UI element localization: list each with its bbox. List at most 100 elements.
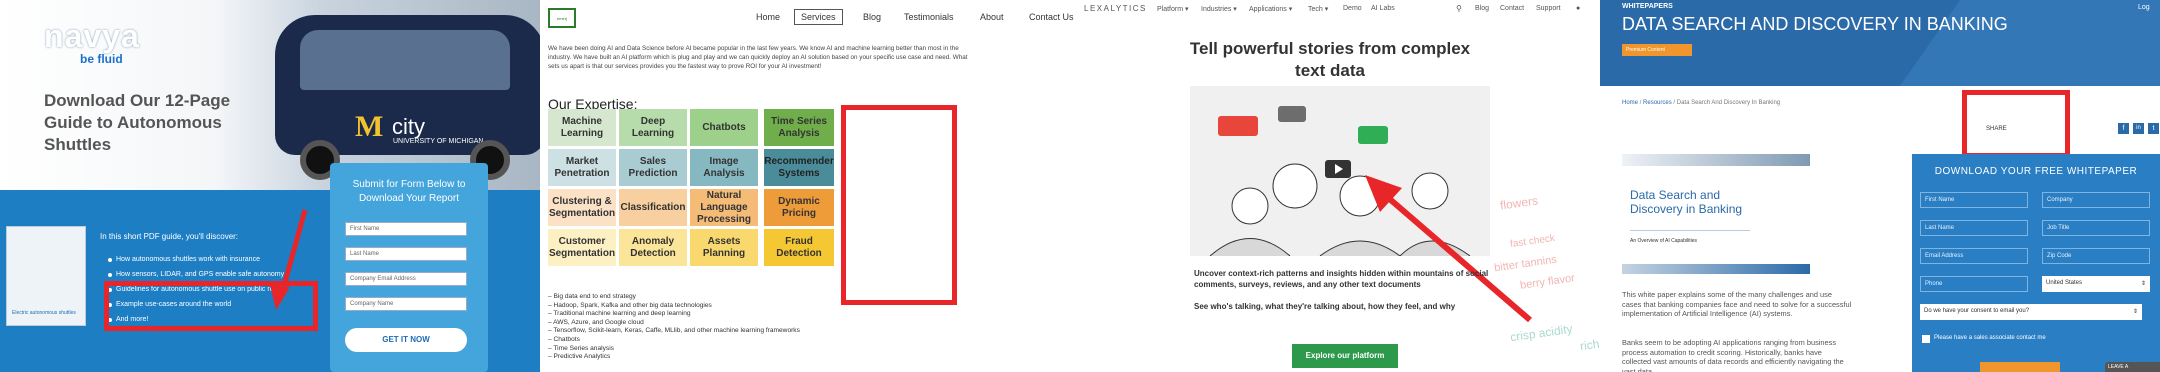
category-label: WHITEPAPERS: [1622, 3, 1673, 10]
nav-testimonials[interactable]: Testimonials: [904, 12, 954, 22]
expertise-cell: Anomaly Detection: [619, 229, 687, 266]
cover-stripe: [1622, 264, 1810, 274]
breadcrumb-current: Data Search And Discovery In Banking: [1676, 100, 1781, 106]
expertise-cell: Classification: [619, 189, 687, 226]
facebook-icon[interactable]: f: [2118, 123, 2129, 134]
company-field[interactable]: Company Name: [345, 297, 467, 311]
expertise-cell: Assets Planning: [690, 229, 758, 266]
list-item: – Hadoop, Spark, Kafka and other big dat…: [548, 301, 712, 309]
zip-code-field[interactable]: Zip Code: [2042, 248, 2150, 264]
shuttle-window: [300, 30, 510, 90]
nav-demo[interactable]: Demo: [1343, 5, 1362, 12]
nav-contact[interactable]: Contact: [1500, 5, 1524, 12]
list-item: How autonomous shuttles work with insura…: [108, 256, 285, 265]
submit-button[interactable]: [1980, 362, 2060, 372]
nav-contact[interactable]: Contact Us: [1029, 12, 1074, 22]
consent-select[interactable]: Do we have your consent to email you? ⇕: [1920, 304, 2142, 320]
nav-tech[interactable]: Tech ▾: [1308, 5, 1328, 13]
hero-description: Uncover context-rich patterns and insigh…: [1194, 269, 1489, 289]
email-field[interactable]: Email Address: [1920, 248, 2028, 264]
country-select[interactable]: United States ⇕: [2042, 276, 2150, 292]
intro-paragraph: We have been doing AI and Data Science b…: [548, 45, 968, 70]
nav-services[interactable]: Services: [794, 9, 843, 25]
expertise-cell: Recommender Systems: [764, 149, 834, 186]
description-paragraph: Banks seem to be adopting AI application…: [1622, 338, 1844, 372]
breadcrumb: Home / Resources / Data Search And Disco…: [1622, 100, 1780, 106]
expertise-cell: Clustering & Segmentation: [548, 189, 616, 226]
job-title-field[interactable]: Job Title: [2042, 220, 2150, 236]
last-name-field[interactable]: Last Name: [1920, 220, 2028, 236]
twitter-icon[interactable]: t: [2148, 123, 2159, 134]
share-label: SHARE: [1986, 126, 2007, 132]
email-field[interactable]: Company Email Address: [345, 272, 467, 286]
form-heading: Submit for Form Below to Download Your R…: [352, 179, 466, 204]
expertise-cell: Natural Language Processing: [690, 189, 758, 226]
nav-platform[interactable]: Platform ▾: [1157, 5, 1189, 13]
breadcrumb-resources[interactable]: Resources: [1643, 100, 1672, 106]
first-name-field[interactable]: First Name: [345, 222, 467, 236]
page-title: Download Our 12-Page Guide to Autonomous…: [44, 91, 231, 154]
nav-support[interactable]: Support: [1536, 5, 1561, 12]
site-logo[interactable]: emerj: [548, 8, 576, 28]
banner-decoration: [1900, 0, 2160, 86]
expertise-cell: Machine Learning: [548, 109, 616, 146]
arrow-annotation-icon: [270, 209, 308, 310]
navya-tagline: be fluid: [80, 52, 123, 66]
expertise-cell: Market Penetration: [548, 149, 616, 186]
nav-home[interactable]: Home: [756, 12, 780, 22]
consent-value: Do we have your consent to email you?: [1924, 308, 2030, 314]
last-name-field[interactable]: Last Name: [345, 247, 467, 261]
list-item: – Chatbots: [548, 335, 580, 343]
chevron-down-icon: ⇕: [2140, 281, 2146, 287]
get-it-now-button[interactable]: GET IT NOW: [345, 328, 467, 352]
expertise-cell: Deep Learning: [619, 109, 687, 146]
list-item: – AWS, Azure, and Google cloud: [548, 318, 644, 326]
cover-stripe: [1622, 154, 1810, 166]
nav-about[interactable]: About: [980, 12, 1004, 22]
expertise-cell: Chatbots: [690, 109, 758, 146]
expertise-cell: Time Series Analysis: [764, 109, 834, 146]
sales-contact-checkbox[interactable]: [1922, 335, 1930, 343]
nav-ai-labs[interactable]: AI Labs: [1371, 5, 1395, 12]
nav-blog[interactable]: Blog: [863, 12, 881, 22]
navya-logo[interactable]: navya: [44, 18, 140, 55]
phone-field[interactable]: Phone: [1920, 276, 2028, 292]
search-icon[interactable]: ⚲: [1456, 4, 1462, 13]
navya-ad-panel: M city UNIVERSITY OF MICHIGAN navya be f…: [0, 0, 540, 372]
list-item: – Time Series analysis: [548, 344, 614, 352]
login-link[interactable]: Log: [2138, 4, 2150, 11]
form-heading: DOWNLOAD YOUR FREE WHITEPAPER: [1934, 166, 2138, 177]
play-button-icon[interactable]: [1325, 160, 1351, 178]
list-item: – Tensorflow, Scikit-learn, Keras, Caffe…: [548, 327, 800, 335]
first-name-field[interactable]: First Name: [1920, 192, 2028, 208]
whitepaper-panel: WHITEPAPERS DATA SEARCH AND DISCOVERY IN…: [1600, 0, 2160, 372]
user-icon[interactable]: ●: [1576, 5, 1580, 12]
premium-badge: Premium Content: [1622, 44, 1692, 56]
expertise-cell: Dynamic Pricing: [764, 189, 834, 226]
list-item: – Big data end to end strategy: [548, 293, 636, 300]
list-item: How sensors, LIDAR, and GPS enable safe …: [108, 271, 285, 280]
nav-industries[interactable]: Industries ▾: [1201, 5, 1237, 13]
explore-platform-button[interactable]: Explore our platform: [1292, 344, 1398, 368]
nav-applications[interactable]: Applications ▾: [1249, 5, 1292, 13]
services-panel: emerj Home Services Blog Testimonials Ab…: [540, 0, 1080, 372]
checkbox-label: Please have a sales associate contact me: [1934, 335, 2046, 341]
expertise-cell: Fraud Detection: [764, 229, 834, 266]
services-list: – Big data end to end strategy – Hadoop,…: [548, 293, 800, 362]
cover-title: Data Search and Discovery in Banking: [1630, 188, 1743, 216]
expertise-cell: Sales Prediction: [619, 149, 687, 186]
linkedin-icon[interactable]: in: [2133, 123, 2144, 134]
highlight-box: [841, 105, 957, 305]
word-cloud-label: rich: [1579, 336, 1600, 354]
list-item: – Predictive Analytics: [548, 353, 611, 361]
nav-blog[interactable]: Blog: [1475, 5, 1489, 12]
hero-heading: Tell powerful stories from complex text …: [1189, 39, 1471, 80]
chevron-down-icon: ⇕: [2132, 309, 2138, 315]
highlight-box: [1962, 90, 2070, 158]
lexalytics-logo[interactable]: LEXALYTICS: [1084, 4, 1147, 13]
lexalytics-panel: LEXALYTICS Platform ▾ Industries ▾ Appli…: [1080, 0, 1600, 372]
leave-message-button[interactable]: LEAVE A: [2105, 362, 2160, 372]
breadcrumb-home[interactable]: Home: [1622, 100, 1638, 106]
company-field[interactable]: Company: [2042, 192, 2150, 208]
michigan-logo: M: [355, 110, 384, 143]
